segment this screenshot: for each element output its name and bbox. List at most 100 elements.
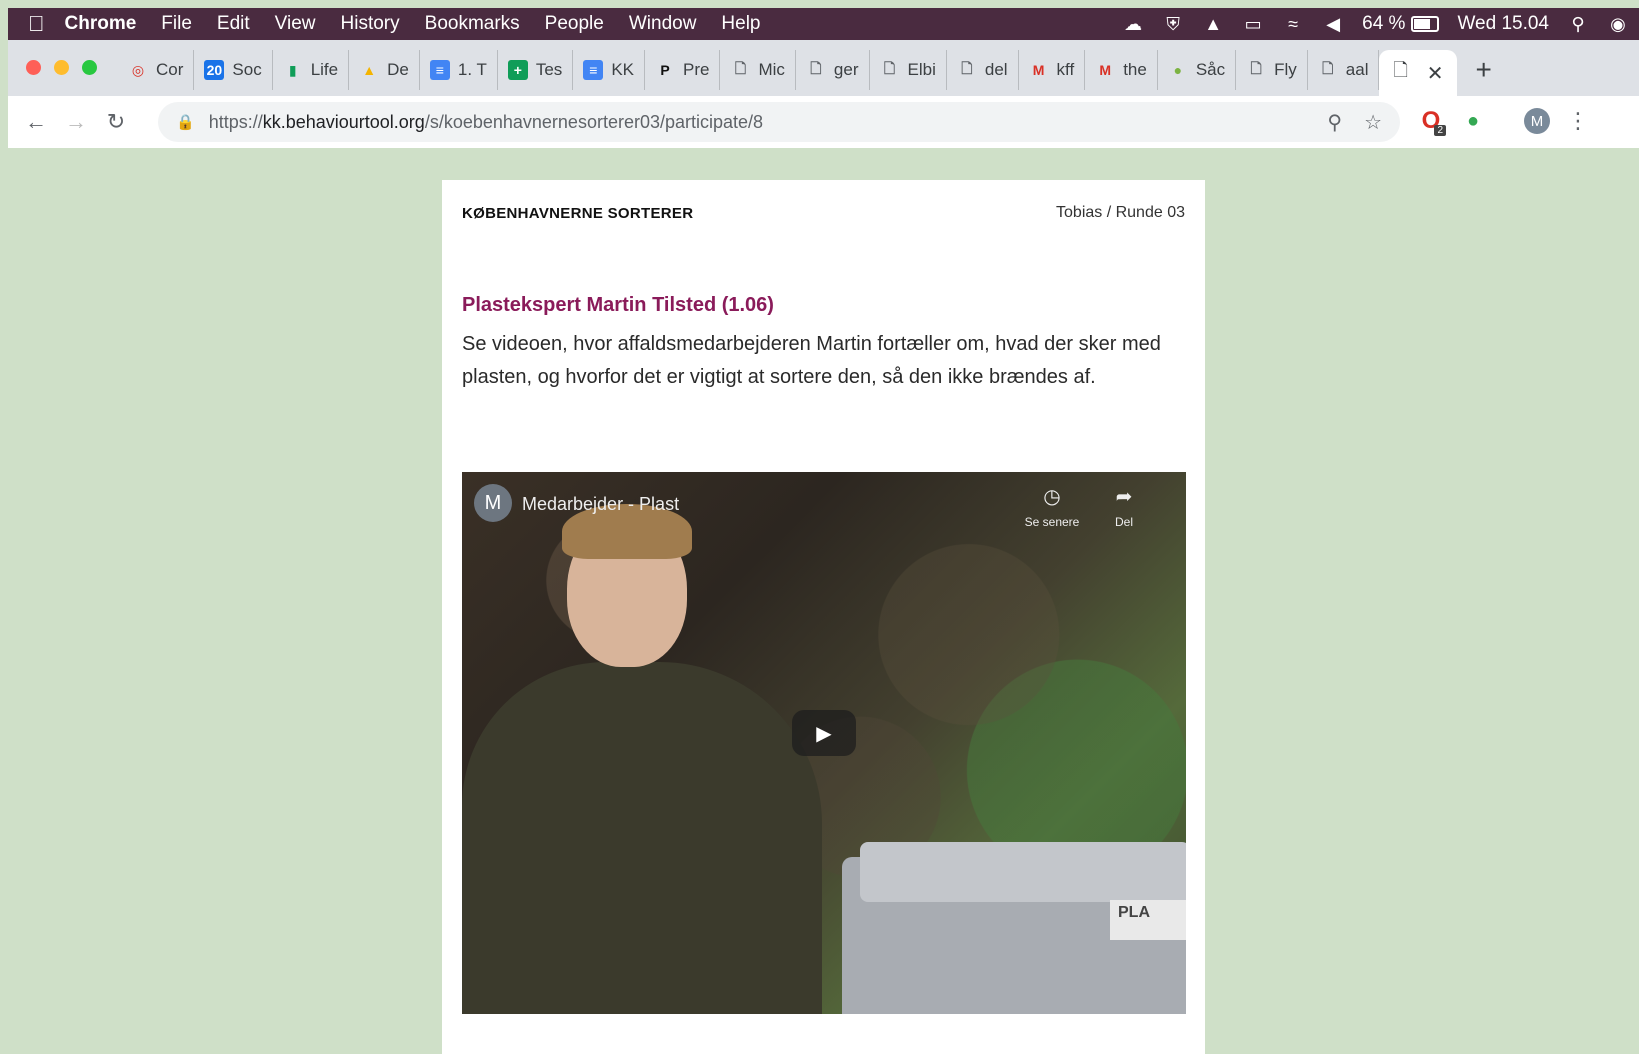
tab-6[interactable]: ≡ KK	[573, 50, 645, 90]
extension-opera-icon[interactable]: O 2	[1416, 106, 1446, 136]
tab-4[interactable]: ≡ 1. T	[420, 50, 498, 90]
globe-glyph: ●	[1466, 109, 1480, 132]
tab-label: kff	[1056, 60, 1075, 79]
zoom-icon[interactable]: ⚲	[1327, 110, 1342, 135]
page-icon: 🗋	[1322, 60, 1334, 76]
shield-icon[interactable]: ⛨	[1162, 14, 1184, 34]
profile-button[interactable]: M	[1522, 106, 1552, 136]
new-tab-button[interactable]: +	[1475, 50, 1491, 90]
address-bar[interactable]: 🔒 https://kk.behaviourtool.org/s/koebenh…	[158, 102, 1400, 142]
tab-label: Fly	[1274, 60, 1297, 79]
menu-app-chrome[interactable]: Chrome	[65, 13, 137, 35]
back-button[interactable]: ←	[16, 109, 56, 135]
video-title[interactable]: Medarbejder - Plast	[522, 494, 679, 515]
tab-7[interactable]: P Pre	[645, 50, 721, 90]
drive-status-icon[interactable]: ▲	[1202, 14, 1224, 34]
tab-5[interactable]: + Tes	[498, 50, 574, 90]
play-button[interactable]: ▶	[792, 710, 856, 756]
tab-0[interactable]: ◎ Cor	[118, 50, 195, 90]
menubar-status-area: ☁ ⛨ ▲ ▭ ≈ ◀ 64 % Wed 15.04 ⚲ ◉	[1122, 8, 1629, 40]
close-tab-icon[interactable]: ✕	[1427, 61, 1444, 86]
watch-later-button[interactable]: ◷ Se senere	[1022, 484, 1082, 529]
forward-button[interactable]: →	[56, 109, 96, 135]
tab-16[interactable]: 🗋 aal	[1308, 50, 1380, 90]
tab-12[interactable]: Mkff	[1019, 50, 1086, 90]
battery-fill	[1414, 19, 1430, 29]
tab-14[interactable]: ● Såc	[1158, 50, 1237, 90]
menubar-clock[interactable]: Wed 15.04	[1457, 13, 1549, 35]
tab-label: Soc	[232, 60, 262, 79]
volume-icon[interactable]: ◀	[1322, 14, 1344, 34]
close-window-button[interactable]	[26, 60, 41, 75]
airplay-icon[interactable]: ▭	[1242, 14, 1264, 34]
tab-label: aal	[1345, 60, 1369, 79]
bars-icon: ▮	[288, 61, 297, 78]
spotlight-search-icon[interactable]: ⚲	[1567, 14, 1589, 34]
menu-view[interactable]: View	[275, 13, 316, 35]
sheet-icon: +	[507, 60, 528, 80]
page-icon: 🗋	[1250, 60, 1262, 76]
chrome-tab-strip: ◎ Cor 20 Soc ▮ Life ▲ De ≡ 1. T + Tes ≡ KK P Pre 🗋 Mic 🗋 ge…	[8, 40, 1639, 96]
tab-label: ger	[833, 60, 859, 79]
tab-label: Life	[310, 60, 339, 79]
bookmark-star-icon[interactable]: ☆	[1364, 110, 1382, 135]
page-icon: 🗋	[883, 60, 896, 76]
lock-icon[interactable]: 🔒	[176, 113, 195, 131]
url-text[interactable]: https://kk.behaviourtool.org/s/koebenhav…	[209, 112, 763, 133]
video-person-jacket	[462, 662, 822, 1014]
tab-label: Pre	[683, 60, 710, 79]
menu-file[interactable]: File	[161, 13, 192, 35]
section-description: Se videoen, hvor affaldsmedarbejderen Ma…	[462, 333, 1161, 388]
drive-icon: ▲	[362, 62, 377, 78]
video-player[interactable]: PLA M Medarbejder - Plast ◷ Se senere ➦ …	[462, 472, 1186, 1014]
tab-9[interactable]: 🗋 ger	[796, 50, 870, 90]
creative-cloud-icon[interactable]: ☁	[1122, 14, 1144, 34]
tab-11[interactable]: 🗋 del	[947, 50, 1019, 90]
menu-window[interactable]: Window	[629, 13, 697, 35]
tab-13[interactable]: Mthe	[1085, 50, 1158, 90]
menu-history[interactable]: History	[341, 13, 400, 35]
chrome-toolbar: ← → ↻ 🔒 https://kk.behaviourtool.org/s/k…	[8, 96, 1639, 148]
siri-icon[interactable]: ◉	[1607, 14, 1629, 34]
tab-list: ◎ Cor 20 Soc ▮ Life ▲ De ≡ 1. T + Tes ≡ KK P Pre 🗋 Mic 🗋 ge…	[118, 50, 1492, 96]
gmail-icon: M	[1032, 62, 1045, 78]
tab-3[interactable]: ▲ De	[349, 50, 420, 90]
zoom-window-button[interactable]	[82, 60, 97, 75]
share-label: Del	[1114, 515, 1133, 529]
tab-label: Elbi	[907, 60, 936, 79]
menu-edit[interactable]: Edit	[217, 13, 250, 35]
page-icon: 🗋	[1393, 60, 1408, 80]
circle-icon: ●	[1173, 62, 1183, 78]
tab-label: KK	[611, 60, 634, 79]
calendar-icon: 20	[204, 60, 225, 80]
tab-active[interactable]: 🗋 ✕	[1379, 50, 1458, 96]
channel-avatar[interactable]: M	[474, 484, 512, 522]
avatar: M	[1524, 108, 1550, 134]
chrome-menu-icon[interactable]: ⋮	[1563, 106, 1593, 136]
gmail-icon: M	[1099, 62, 1112, 78]
menu-people[interactable]: People	[545, 13, 604, 35]
tab-8[interactable]: 🗋 Mic	[720, 50, 796, 90]
tab-2[interactable]: ▮ Life	[273, 50, 350, 90]
minimize-window-button[interactable]	[54, 60, 69, 75]
menu-bookmarks[interactable]: Bookmarks	[425, 13, 520, 35]
tab-15[interactable]: 🗋 Fly	[1236, 50, 1308, 90]
share-button[interactable]: ➦ Del	[1094, 484, 1154, 529]
tab-10[interactable]: 🗋 Elbi	[870, 50, 947, 90]
extension-globe-icon[interactable]: ●	[1458, 106, 1488, 136]
omnibox-actions: ⚲ ☆	[1327, 102, 1382, 142]
wifi-icon[interactable]: ≈	[1282, 14, 1304, 34]
apple-icon[interactable]: 	[28, 11, 45, 37]
menu-help[interactable]: Help	[721, 13, 760, 35]
target-icon: ◎	[131, 61, 145, 78]
tab-1[interactable]: 20 Soc	[194, 50, 273, 90]
battery-indicator[interactable]: 64 %	[1362, 13, 1440, 35]
reload-button[interactable]: ↻	[96, 109, 136, 135]
brand-title: KØBENHAVNERNE SORTERER	[462, 205, 694, 222]
clock-icon: ◷	[1043, 486, 1061, 508]
p-icon: P	[660, 62, 670, 78]
url-path: /s/koebenhavnernesorterer03/participate/…	[424, 111, 764, 132]
section-title: Plastekspert Martin Tilsted (1.06)	[462, 294, 774, 316]
video-bin-lid	[860, 842, 1186, 902]
page-icon: 🗋	[961, 60, 973, 76]
